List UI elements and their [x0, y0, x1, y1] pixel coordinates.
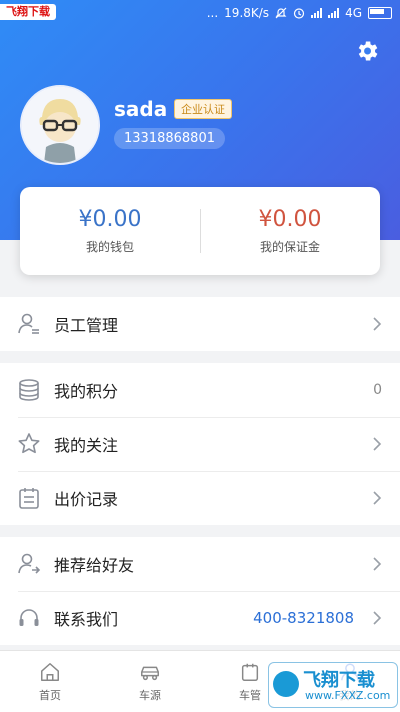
gear-icon[interactable] [354, 38, 380, 64]
network-type: 4G [345, 6, 362, 20]
wallet-deposit[interactable]: ¥0.00 我的保证金 [200, 187, 380, 275]
wallet-balance-label: 我的钱包 [85, 240, 134, 254]
tab-label: 车源 [139, 689, 161, 702]
chevron-right-icon [373, 491, 382, 505]
avatar[interactable] [20, 85, 100, 165]
watermark-circle-icon [273, 671, 299, 697]
watermark-url: www.FXXZ.com [305, 689, 391, 702]
menu-section-share: 推荐给好友 联系我们 400-8321808 [0, 537, 400, 645]
staff-icon [18, 313, 39, 334]
battery-icon [368, 7, 392, 19]
mute-icon [275, 7, 287, 19]
network-speed: 19.8K/s [224, 6, 270, 20]
menu-section-account: 我的积分 0 我的关注 出价记录 [0, 363, 400, 525]
menu-item-recommend[interactable]: 推荐给好友 [0, 537, 400, 591]
star-icon [18, 433, 40, 454]
menu-label: 员工管理 [54, 316, 119, 335]
menu-label: 出价记录 [54, 490, 119, 509]
headset-icon [19, 609, 39, 626]
wallet-deposit-label: 我的保证金 [259, 240, 320, 254]
menu-label: 推荐给好友 [54, 556, 135, 575]
chevron-right-icon [373, 437, 382, 451]
chevron-right-icon [373, 611, 382, 625]
menu-label: 我的积分 [54, 382, 119, 401]
wallet-balance-amount: ¥0.00 [78, 207, 142, 232]
wallet-balance[interactable]: ¥0.00 我的钱包 [20, 187, 200, 275]
alarm-icon [293, 8, 305, 19]
tab-label: 首页 [39, 689, 61, 702]
manage-icon [241, 663, 259, 681]
tab-cars[interactable]: 车源 [100, 651, 200, 712]
tab-label: 车管 [239, 689, 261, 702]
phone-number: 13318868801 [114, 128, 225, 149]
share-user-icon [18, 553, 41, 574]
status-watermark: 飞翔下载 [0, 4, 56, 20]
menu-label: 联系我们 [54, 610, 119, 629]
signal-icon [311, 8, 323, 18]
menu-item-points[interactable]: 我的积分 0 [0, 363, 400, 417]
chevron-right-icon [373, 557, 382, 571]
menu-section-staff: 员工管理 [0, 297, 400, 351]
chevron-right-icon [373, 317, 382, 331]
avatar-illustration [22, 87, 98, 163]
car-icon [141, 666, 159, 681]
watermark-logo: 飞翔下载 www.FXXZ.com [268, 662, 398, 708]
enterprise-verified-badge: 企业认证 [174, 99, 232, 119]
points-value: 0 [373, 382, 382, 398]
wallet-card: ¥0.00 我的钱包 ¥0.00 我的保证金 [20, 187, 380, 275]
tab-home[interactable]: 首页 [0, 651, 100, 712]
menu-label: 我的关注 [54, 436, 119, 455]
status-dots: ... [206, 6, 219, 20]
menu-item-contact[interactable]: 联系我们 400-8321808 [0, 591, 400, 645]
menu-item-staff[interactable]: 员工管理 [0, 297, 400, 351]
contact-phone[interactable]: 400-8321808 [253, 609, 354, 627]
menu-item-follows[interactable]: 我的关注 [0, 417, 400, 471]
status-bar: 飞翔下载 ... 19.8K/s 4G [0, 0, 400, 28]
menu-item-bids[interactable]: 出价记录 [0, 471, 400, 525]
wallet-deposit-amount: ¥0.00 [258, 207, 322, 232]
username: sada [114, 97, 168, 121]
clipboard-icon [19, 488, 39, 509]
home-icon [41, 663, 59, 681]
signal-icon-2 [328, 8, 340, 18]
coins-icon [19, 379, 39, 401]
